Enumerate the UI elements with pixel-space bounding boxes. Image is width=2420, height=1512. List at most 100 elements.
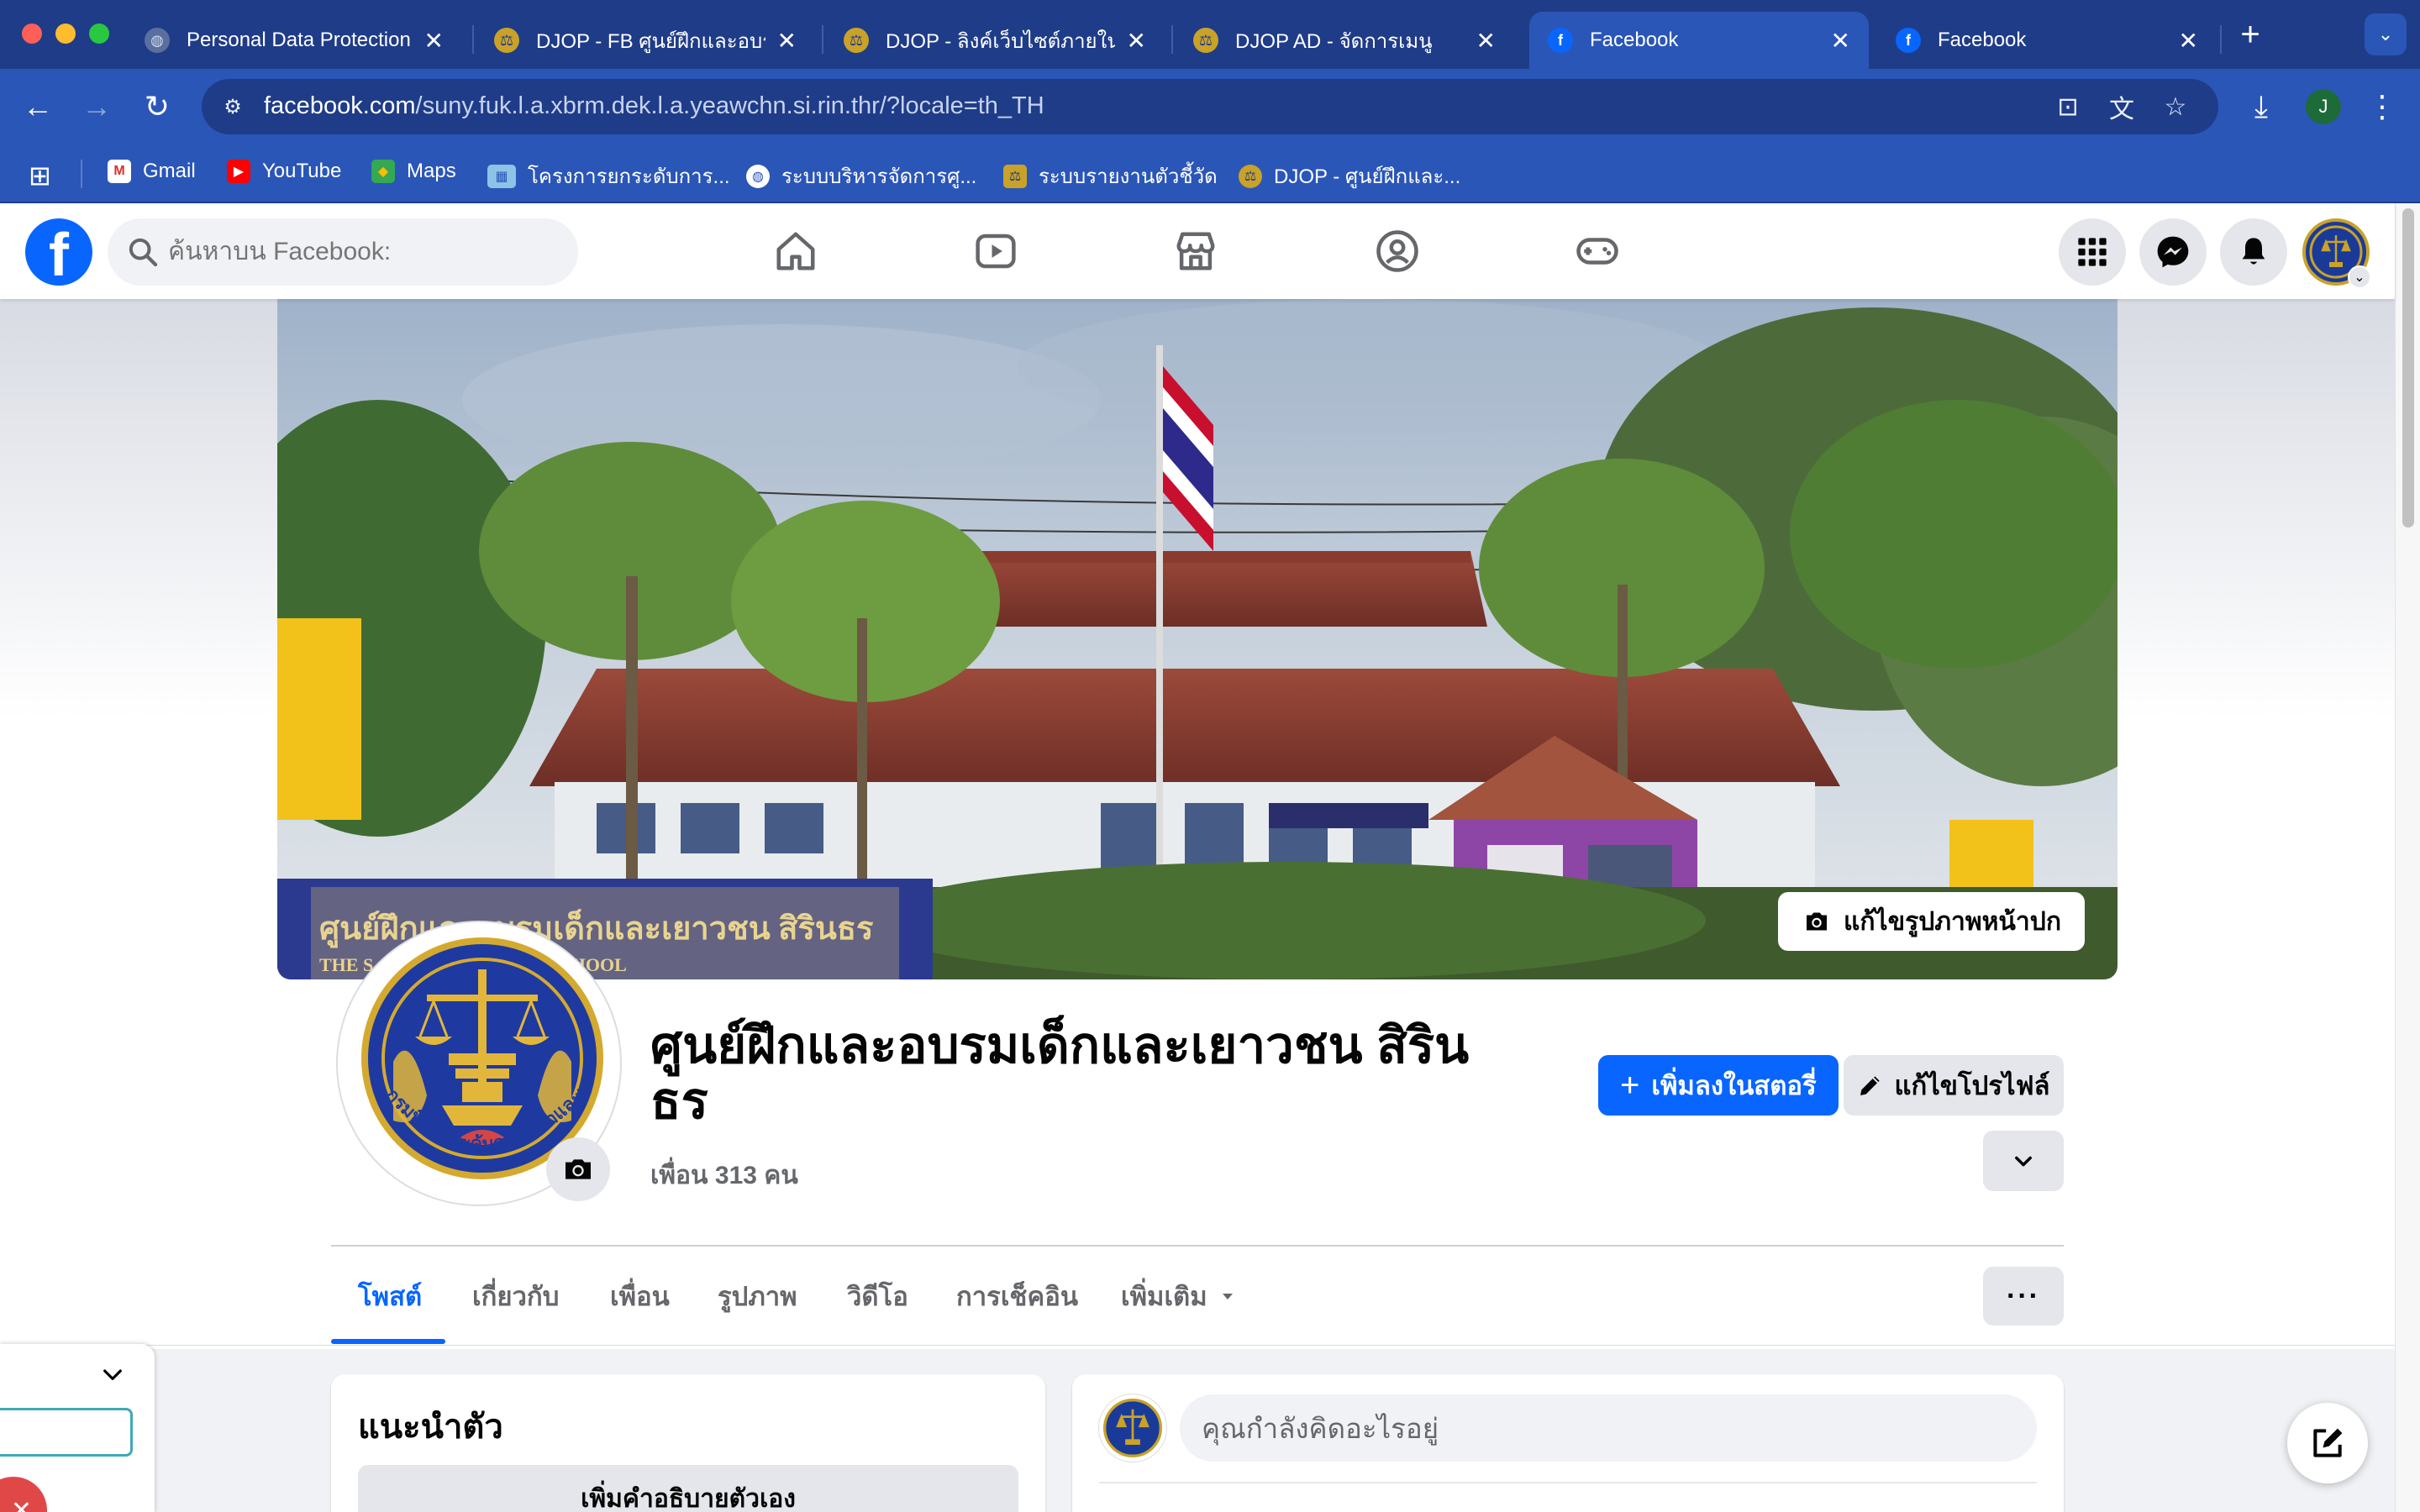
gaming-icon[interactable]	[1575, 228, 1620, 274]
marketplace-icon[interactable]	[1173, 228, 1218, 274]
side-panel-input[interactable]	[0, 1408, 133, 1457]
profile-divider	[331, 1245, 2064, 1247]
compose-icon	[2313, 1428, 2343, 1457]
profile-avatar[interactable]: J	[2306, 89, 2341, 124]
facebook-search-input[interactable]	[108, 218, 578, 286]
djop-seal-icon: ⚖	[1003, 164, 1027, 188]
maps-icon: ◆	[371, 160, 395, 183]
intro-title: แนะนำตัว	[358, 1409, 503, 1446]
menu-grid-icon	[2078, 238, 2107, 266]
profile-options-dropdown[interactable]	[1983, 1131, 2064, 1191]
change-profile-picture-button[interactable]	[546, 1137, 610, 1201]
messenger-button[interactable]	[2139, 218, 2207, 286]
add-to-story-button[interactable]: + เพิ่มลงในสตอรี่	[1598, 1055, 1839, 1116]
reload-icon[interactable]: ↻	[136, 86, 178, 128]
tab-friends[interactable]: เพื่อน	[610, 1275, 670, 1317]
browser-tab[interactable]: ⚖ DJOP - FB ศูนย์ฝึกและอบร ✕	[476, 12, 815, 69]
friend-count[interactable]: เพื่อน 313 คน	[650, 1156, 798, 1195]
translate-icon[interactable]: 文	[2104, 89, 2139, 124]
bookmark-maps[interactable]: ◆ Maps	[371, 160, 456, 183]
search-icon	[129, 238, 158, 267]
home-icon[interactable]	[773, 228, 818, 274]
groups-icon[interactable]	[1375, 228, 1420, 274]
install-app-icon[interactable]: ⊡	[2050, 89, 2086, 124]
browser-tab-active[interactable]: f Facebook ✕	[1529, 12, 1869, 69]
forward-icon[interactable]: →	[76, 86, 118, 128]
youtube-icon: ▶	[227, 160, 250, 183]
tab-separator	[822, 25, 823, 54]
close-window-button[interactable]	[22, 24, 42, 44]
intro-card: แนะนำตัว เพิ่มคำอธิบายตัวเอง	[331, 1374, 1045, 1512]
tab-separator	[2220, 25, 2222, 54]
download-icon[interactable]: ⤓	[2240, 86, 2282, 128]
new-message-button[interactable]	[2287, 1403, 2368, 1483]
site-settings-icon[interactable]: ⚙	[215, 89, 250, 124]
tab-more[interactable]: เพิ่มเติม	[1121, 1275, 1238, 1317]
bookmarks-bar: ⊞ M Gmail ▶ YouTube ◆ Maps ▦ โครงการยกระดับก…	[0, 144, 2420, 203]
whats-on-your-mind-input[interactable]: คุณกำลังคิดอะไรอยู่	[1180, 1394, 2037, 1462]
bookmark-kpi-report[interactable]: ⚖ ระบบรายงานตัวชี้วัด	[1003, 160, 1218, 192]
close-icon[interactable]: ✕	[0, 1477, 47, 1512]
globe-icon: ◍	[145, 28, 170, 53]
tab-separator	[1171, 25, 1173, 54]
facebook-icon: f	[1896, 28, 1921, 53]
djop-seal-icon: ⚖	[844, 28, 869, 53]
chevron-down-icon[interactable]	[99, 1361, 126, 1388]
back-icon[interactable]: ←	[17, 86, 59, 128]
more-options-button[interactable]: ···	[1983, 1267, 2064, 1326]
url-text[interactable]: facebook.com/suny.fuk.l.a.xbrm.dek.l.a.y…	[264, 92, 1044, 120]
watch-icon[interactable]	[973, 228, 1018, 274]
close-tab-icon[interactable]: ✕	[1127, 27, 1146, 55]
page-scrollbar[interactable]	[2395, 203, 2420, 1512]
messenger-icon	[2157, 236, 2189, 268]
bookmark-project[interactable]: ▦ โครงการยกระดับการ...	[487, 160, 730, 192]
floating-side-panel: ✕	[0, 1344, 155, 1512]
facebook-logo-icon[interactable]: f	[25, 218, 92, 286]
bookmark-management-system[interactable]: ◍ ระบบบริหารจัดการศู...	[746, 160, 976, 192]
pencil-icon	[1860, 1076, 1881, 1095]
facebook-header: f ⌄	[0, 203, 2395, 299]
edit-profile-button[interactable]: แก้ไขโปรไฟล์	[1844, 1055, 2064, 1116]
browser-tab[interactable]: ⚖ DJOP AD - จัดการเมนู ✕	[1175, 12, 1514, 69]
tab-separator	[472, 25, 474, 54]
close-tab-icon[interactable]: ✕	[2179, 27, 2198, 55]
browser-tab-strip: ◍ Personal Data Protection ✕ ⚖ DJOP - FB…	[0, 0, 2420, 69]
caret-down-icon	[1222, 1294, 1233, 1299]
tab-search-chevron-icon[interactable]: ⌄	[2365, 13, 2407, 55]
tab-photos[interactable]: รูปภาพ	[718, 1275, 797, 1317]
address-bar[interactable]: ⚙ facebook.com/suny.fuk.l.a.xbrm.dek.l.a…	[202, 79, 2218, 134]
apps-grid-icon[interactable]: ⊞	[29, 160, 51, 192]
tab-checkins[interactable]: การเช็คอิน	[956, 1275, 1078, 1317]
scrollbar-thumb[interactable]	[2402, 208, 2414, 528]
profile-name: ศูนย์ฝึกและอบรมเด็กและเยาวชน สิรินธร	[650, 1017, 1470, 1129]
notifications-button[interactable]	[2220, 218, 2287, 286]
composer-divider	[1099, 1482, 2037, 1483]
tab-about[interactable]: เกี่ยวกับ	[472, 1275, 559, 1317]
menu-grid-button[interactable]	[2059, 218, 2126, 286]
tab-posts[interactable]: โพสต์	[358, 1275, 422, 1317]
browser-tab[interactable]: f Facebook ✕	[1877, 12, 2217, 69]
close-tab-icon[interactable]: ✕	[777, 27, 797, 55]
post-composer-card: คุณกำลังคิดอะไรอยู่	[1072, 1374, 2064, 1512]
close-tab-icon[interactable]: ✕	[424, 27, 444, 55]
tab-videos[interactable]: วิดีโอ	[847, 1275, 908, 1317]
cover-photo[interactable]: ศูนย์ฝึกและอบรมเด็กและเยาวชน สิรินธร THE…	[277, 299, 2118, 979]
bookmark-djop-center[interactable]: ⚖ DJOP - ศูนย์ฝึกและ...	[1239, 160, 1460, 192]
zoom-window-button[interactable]	[89, 24, 109, 44]
browser-tab[interactable]: ⚖ DJOP - ลิงค์เว็บไซต์ภายใน ✕	[825, 12, 1165, 69]
minimize-window-button[interactable]	[55, 24, 76, 44]
facebook-icon: f	[1548, 28, 1573, 53]
browser-tab[interactable]: ◍ Personal Data Protection ✕	[126, 12, 462, 69]
edit-cover-photo-button[interactable]: แก้ไขรูปภาพหน้าปก	[1778, 892, 2085, 951]
bookmark-divider	[81, 160, 82, 188]
close-tab-icon[interactable]: ✕	[1476, 27, 1496, 55]
add-bio-button[interactable]: เพิ่มคำอธิบายตัวเอง	[358, 1465, 1018, 1512]
kebab-menu-icon[interactable]: ⋮	[2361, 86, 2403, 128]
bookmark-star-icon[interactable]: ☆	[2158, 89, 2193, 124]
account-chevron-icon[interactable]: ⌄	[2348, 265, 2371, 289]
bookmark-youtube[interactable]: ▶ YouTube	[227, 160, 341, 183]
composer-avatar[interactable]	[1099, 1394, 1166, 1462]
bookmark-gmail[interactable]: M Gmail	[108, 160, 196, 183]
new-tab-button[interactable]: +	[2232, 13, 2269, 55]
close-tab-icon[interactable]: ✕	[1831, 27, 1850, 55]
